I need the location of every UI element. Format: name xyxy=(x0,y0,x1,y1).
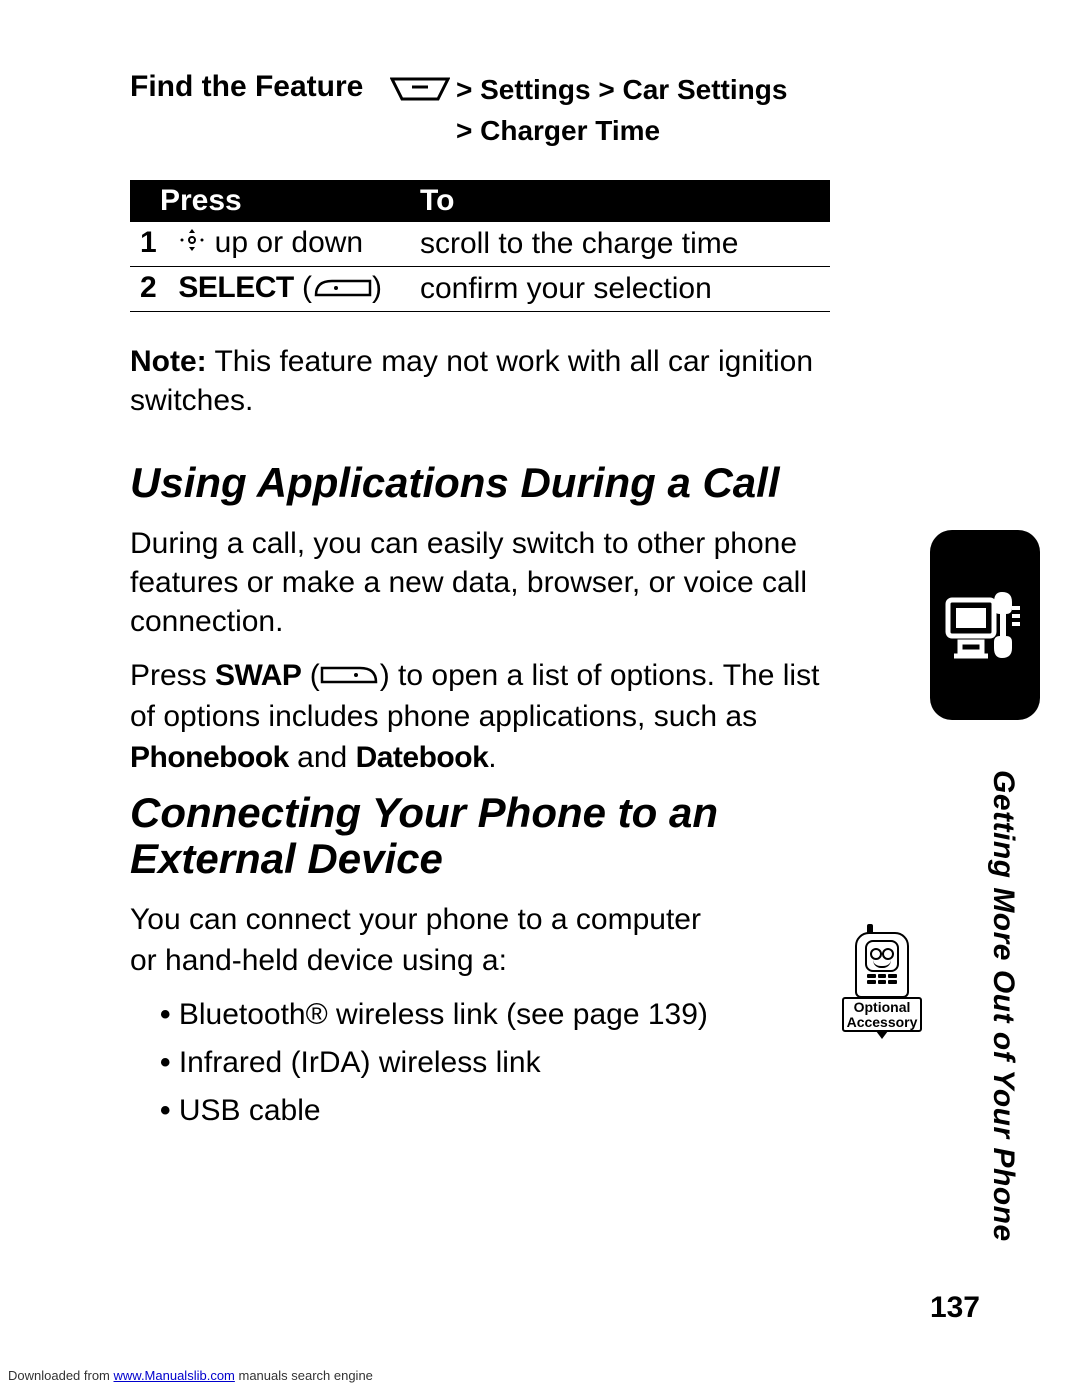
list-item: USB cable xyxy=(160,1087,760,1135)
chapter-tab xyxy=(930,530,1040,720)
accessory-phone-icon xyxy=(855,932,909,998)
navigation-path: > Settings > Car Settings > Charger Time xyxy=(390,70,787,150)
section-heading-connecting: Connecting Your Phone to an External Dev… xyxy=(130,790,810,882)
step-number: 1 xyxy=(140,226,170,260)
download-footer: Downloaded from www.Manualslib.com manua… xyxy=(8,1368,373,1383)
chapter-side-label: Getting More Out of Your Phone xyxy=(986,770,1020,1270)
section2-para: You can connect your phone to a computer… xyxy=(130,900,720,981)
para2-pre: Press xyxy=(130,659,215,692)
press-text: up or down xyxy=(206,226,363,259)
table-header-press: Press xyxy=(130,180,410,222)
accessory-arrow-icon xyxy=(876,1031,888,1039)
datebook-label: Datebook xyxy=(356,741,489,774)
right-softkey-icon xyxy=(320,657,380,698)
path-line-2: > Charger Time xyxy=(456,115,660,146)
optional-accessory-badge: Optional Accessory xyxy=(842,932,922,1039)
step-number: 2 xyxy=(140,271,170,305)
path-line-1: > Settings > Car Settings xyxy=(456,74,787,105)
to-text: scroll to the charge time xyxy=(410,222,830,267)
find-the-feature-row: Find the Feature > Settings > Car Settin… xyxy=(130,70,980,150)
accessory-label: Optional Accessory xyxy=(842,997,922,1032)
footer-post: manuals search engine xyxy=(235,1368,373,1383)
table-row: 2 SELECT () confirm your selection xyxy=(130,267,830,311)
section1-para2: Press SWAP () to open a list of options.… xyxy=(130,656,830,778)
menu-key-icon xyxy=(390,72,450,111)
footer-link[interactable]: www.Manualslib.com xyxy=(114,1368,235,1383)
accessory-line2: Accessory xyxy=(847,1014,918,1030)
note-paragraph: Note: This feature may not work with all… xyxy=(130,342,830,420)
press-to-table: Press To 1 up or down scroll to the char… xyxy=(130,180,830,311)
note-text: This feature may not work with all car i… xyxy=(130,345,813,417)
list-item: Infrared (IrDA) wireless link xyxy=(160,1039,760,1087)
para2-end: . xyxy=(488,741,496,774)
connection-list: Bluetooth® wireless link (see page 139) … xyxy=(160,991,760,1135)
para2-and: and xyxy=(289,741,356,774)
computer-phone-icon xyxy=(940,580,1030,670)
section-heading-applications: Using Applications During a Call xyxy=(130,460,810,506)
list-item: Bluetooth® wireless link (see page 139) xyxy=(160,991,760,1039)
accessory-line1: Optional xyxy=(854,999,911,1015)
table-row: 1 up or down scroll to the charge time xyxy=(130,222,830,267)
find-the-feature-label: Find the Feature xyxy=(130,70,390,104)
right-softkey-icon xyxy=(312,273,372,307)
footer-pre: Downloaded from xyxy=(8,1368,114,1383)
softkey-label: SELECT xyxy=(178,271,293,304)
table-header-to: To xyxy=(410,180,830,222)
swap-label: SWAP xyxy=(215,659,301,692)
section1-para1: During a call, you can easily switch to … xyxy=(130,524,830,641)
note-label: Note: xyxy=(130,345,207,378)
phonebook-label: Phonebook xyxy=(130,741,289,774)
to-text: confirm your selection xyxy=(410,267,830,311)
page-number: 137 xyxy=(930,1291,980,1325)
nav-key-icon xyxy=(178,226,206,262)
